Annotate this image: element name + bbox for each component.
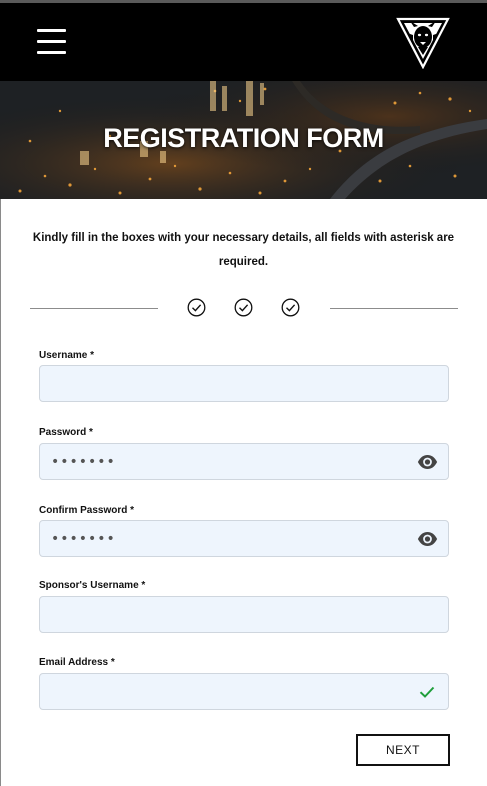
hero-banner: REGISTRATION FORM xyxy=(0,81,487,199)
eye-icon[interactable] xyxy=(417,530,438,548)
divider-line xyxy=(30,308,158,309)
username-input[interactable] xyxy=(40,366,448,401)
next-button[interactable]: NEXT xyxy=(356,734,450,766)
password-field-box xyxy=(39,443,449,480)
password-label: Password * xyxy=(39,427,93,438)
email-field-box xyxy=(39,673,449,710)
menu-bar xyxy=(37,51,66,54)
check-circle-icon xyxy=(281,298,300,317)
username-label: Username * xyxy=(39,350,95,361)
menu-bar xyxy=(37,40,66,43)
username-field-box xyxy=(39,365,449,402)
step-indicator xyxy=(0,296,487,320)
confirm-password-field-box xyxy=(39,520,449,557)
password-input[interactable] xyxy=(40,444,448,479)
hamburger-menu-icon[interactable] xyxy=(37,27,66,57)
page-title: REGISTRATION FORM xyxy=(103,123,384,153)
confirm-password-label: Confirm Password * xyxy=(39,505,135,516)
eye-icon[interactable] xyxy=(417,453,438,471)
checkmark-icon xyxy=(419,686,435,698)
sponsor-username-field-box xyxy=(39,596,449,633)
lion-triangle-logo-icon[interactable] xyxy=(396,17,450,69)
email-label: Email Address * xyxy=(39,657,115,668)
email-input[interactable] xyxy=(40,674,448,709)
app-header xyxy=(0,3,487,81)
divider-line xyxy=(330,308,458,309)
confirm-password-input[interactable] xyxy=(40,521,448,556)
intro-line: Kindly fill in the boxes with your neces… xyxy=(32,232,455,244)
intro-line: required. xyxy=(218,256,269,268)
check-circle-icon xyxy=(187,298,206,317)
intro-text: Kindly fill in the boxes with your neces… xyxy=(30,226,457,274)
sponsor-username-label: Sponsor's Username * xyxy=(39,580,146,591)
check-circle-icon xyxy=(234,298,253,317)
menu-bar xyxy=(37,29,66,32)
sponsor-username-input[interactable] xyxy=(40,597,448,632)
